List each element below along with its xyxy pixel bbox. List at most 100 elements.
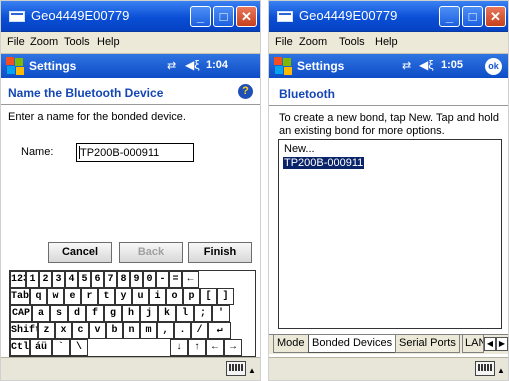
key[interactable]: [	[200, 288, 217, 305]
close-icon[interactable]: ✕	[236, 6, 257, 27]
key[interactable]: y	[115, 288, 132, 305]
input-selector-arrow[interactable]: ▲	[497, 366, 505, 375]
key[interactable]: r	[81, 288, 98, 305]
key[interactable]: ↑	[188, 339, 206, 356]
key[interactable]: i	[149, 288, 166, 305]
connectivity-icon[interactable]: ⇄	[167, 59, 176, 72]
maximize-icon[interactable]: □	[462, 6, 483, 27]
key[interactable]: áü	[30, 339, 52, 356]
key[interactable]: 9	[130, 271, 143, 288]
key[interactable]: ]	[217, 288, 234, 305]
key[interactable]: →	[224, 339, 242, 356]
key[interactable]: p	[183, 288, 200, 305]
key[interactable]: 2	[39, 271, 52, 288]
key[interactable]: 7	[104, 271, 117, 288]
help-icon[interactable]: ?	[238, 84, 253, 99]
key[interactable]: o	[166, 288, 183, 305]
tab-lan[interactable]: LAN	[462, 335, 484, 353]
key[interactable]: -	[156, 271, 169, 288]
close-icon[interactable]: ✕	[485, 6, 506, 27]
key[interactable]: 3	[52, 271, 65, 288]
key[interactable]: g	[104, 305, 122, 322]
key[interactable]: x	[55, 322, 72, 339]
device-name-input[interactable]	[76, 143, 194, 162]
key[interactable]: '	[212, 305, 230, 322]
menu-help[interactable]: Help	[97, 36, 120, 48]
key[interactable]: ←	[206, 339, 224, 356]
key[interactable]: m	[140, 322, 157, 339]
tab-serial-ports[interactable]: Serial Ports	[395, 335, 460, 353]
key[interactable]: n	[123, 322, 140, 339]
tab-mode[interactable]: Mode	[273, 335, 309, 353]
input-selector-arrow[interactable]: ▲	[248, 366, 256, 375]
key[interactable]: l	[176, 305, 194, 322]
menu-zoom[interactable]: Zoom	[30, 36, 58, 48]
minimize-icon[interactable]: _	[439, 6, 460, 27]
connectivity-icon[interactable]: ⇄	[402, 59, 411, 72]
key[interactable]: 8	[117, 271, 130, 288]
key[interactable]: b	[106, 322, 123, 339]
windows-start-icon[interactable]	[6, 57, 24, 75]
key[interactable]: c	[72, 322, 89, 339]
key[interactable]: z	[38, 322, 55, 339]
key[interactable]: w	[47, 288, 64, 305]
keyboard-icon[interactable]	[226, 361, 246, 376]
tab-scroll-right-icon[interactable]: ▶	[496, 337, 508, 351]
ok-button[interactable]: ok	[485, 58, 502, 75]
menu-file[interactable]: File	[7, 36, 25, 48]
key[interactable]: ;	[194, 305, 212, 322]
key[interactable]: .	[174, 322, 191, 339]
key[interactable]: e	[64, 288, 81, 305]
finish-button[interactable]: Finish	[188, 242, 252, 263]
key[interactable]: u	[132, 288, 149, 305]
key[interactable]: d	[68, 305, 86, 322]
clock[interactable]: 1:05	[441, 59, 463, 71]
tab-scroll-left-icon[interactable]: ◀	[484, 337, 496, 351]
back-button[interactable]: Back	[119, 242, 183, 263]
key[interactable]: h	[122, 305, 140, 322]
key[interactable]: CAP	[10, 305, 32, 322]
key[interactable]: =	[169, 271, 182, 288]
key[interactable]: Shift	[10, 322, 38, 339]
volume-icon[interactable]: ◀ξ	[419, 58, 434, 72]
cancel-button[interactable]: Cancel	[48, 242, 112, 263]
key[interactable]: 1	[26, 271, 39, 288]
key[interactable]: ↓	[170, 339, 188, 356]
key[interactable]: 123	[10, 271, 26, 288]
list-item-device[interactable]: TP200B-000911	[283, 157, 365, 169]
keyboard-icon[interactable]	[475, 361, 495, 376]
key[interactable]: q	[30, 288, 47, 305]
key[interactable]: `	[52, 339, 70, 356]
key[interactable]: a	[32, 305, 50, 322]
menu-file[interactable]: File	[275, 36, 293, 48]
key[interactable]: Ctl	[10, 339, 30, 356]
key[interactable]: 6	[91, 271, 104, 288]
menu-help[interactable]: Help	[375, 36, 398, 48]
key[interactable]: ,	[157, 322, 174, 339]
key[interactable]: ↵	[208, 322, 231, 339]
key[interactable]: 0	[143, 271, 156, 288]
list-item-new[interactable]: New...	[283, 143, 316, 155]
menu-tools[interactable]: Tools	[64, 36, 90, 48]
key[interactable]: v	[89, 322, 106, 339]
instruction-line-1: To create a new bond, tap New. Tap and h…	[279, 112, 499, 124]
key[interactable]: f	[86, 305, 104, 322]
key[interactable]: \	[70, 339, 88, 356]
key[interactable]: /	[191, 322, 208, 339]
volume-icon[interactable]: ◀ξ	[185, 58, 200, 72]
menu-tools[interactable]: Tools	[339, 36, 365, 48]
key[interactable]: Tab	[10, 288, 30, 305]
key[interactable]: k	[158, 305, 176, 322]
key[interactable]: 4	[65, 271, 78, 288]
key[interactable]: 5	[78, 271, 91, 288]
tab-bonded-devices[interactable]: Bonded Devices	[308, 335, 397, 353]
maximize-icon[interactable]: □	[213, 6, 234, 27]
key[interactable]: ←	[182, 271, 199, 288]
key[interactable]: j	[140, 305, 158, 322]
minimize-icon[interactable]: _	[190, 6, 211, 27]
windows-start-icon[interactable]	[274, 57, 292, 75]
menu-zoom[interactable]: Zoom	[299, 36, 327, 48]
key[interactable]: t	[98, 288, 115, 305]
key[interactable]: s	[50, 305, 68, 322]
clock[interactable]: 1:04	[206, 59, 228, 71]
